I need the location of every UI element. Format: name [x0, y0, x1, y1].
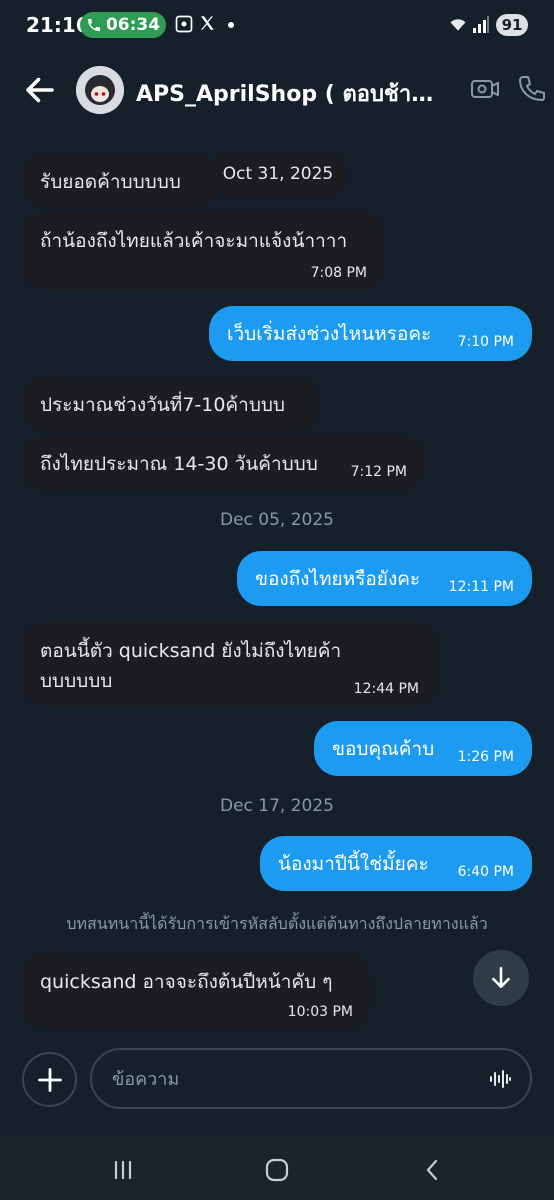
conversation-header: APS_AprilShop ( ตอบช้า… [0, 52, 554, 128]
message-time: 12:11 PM [448, 579, 514, 595]
message-incoming[interactable]: ตอนนี้ตัว quicksand ยังไม่ถึงไทยค้า บบบบ… [22, 622, 437, 706]
message-time: 7:12 PM [350, 464, 407, 480]
scroll-to-bottom-button[interactable] [473, 950, 529, 1006]
date-tooltip: Oct 31, 2025 [208, 152, 348, 196]
message-input[interactable] [112, 1064, 472, 1094]
message-incoming[interactable]: ประมาณช่วงวันที่7-10ค้าบบบ [22, 377, 319, 432]
message-time: 10:03 PM [287, 1004, 353, 1020]
wifi-icon [450, 19, 466, 31]
message-text: ของถึงไทยหรือยังคะ [255, 568, 421, 590]
message-outgoing[interactable]: ขอบคุณค้าบ 1:26 PM [314, 721, 532, 776]
phone-small-icon [87, 19, 100, 31]
message-incoming[interactable]: ถึงไทยประมาณ 14-30 วันค้าบบบ 7:12 PM [22, 436, 425, 491]
message-text: ประมาณช่วงวันที่7-10ค้าบบบ [40, 394, 285, 416]
message-text: quicksand อาจจะถึงต้นปีหน้าคับ ๆ [40, 971, 333, 993]
message-composer[interactable] [90, 1048, 532, 1109]
message-text: รับยอดค้าบบบบบ [40, 171, 181, 193]
call-timer: 06:34 [105, 15, 161, 35]
plus-icon [37, 1067, 62, 1092]
message-text: เว็บเริ่มส่งช่วงไหนหรอคะ [227, 323, 432, 345]
message-text: ถ้าน้องถึงไทยแล้วเค้าจะมาแจ้งน้าาาา [40, 230, 348, 252]
x-logo-icon [201, 16, 214, 30]
date-separator: Dec 17, 2025 [219, 796, 334, 816]
message-outgoing[interactable]: เว็บเริ่มส่งช่วงไหนหรอคะ 7:10 PM [209, 306, 532, 361]
video-call-icon[interactable] [468, 72, 502, 106]
voice-wave-icon[interactable] [488, 1067, 512, 1091]
avatar[interactable] [76, 66, 124, 114]
arrow-left-icon[interactable] [22, 72, 58, 108]
message-text: ขอบคุณค้าบ [332, 738, 435, 760]
conversation-title[interactable]: APS_AprilShop ( ตอบช้า… [136, 76, 436, 111]
nav-back-icon[interactable] [418, 1155, 448, 1185]
dot-icon [228, 22, 234, 28]
message-incoming[interactable]: quicksand อาจจะถึงต้นปีหน้าคับ ๆ 10:03 P… [22, 953, 371, 1029]
status-bar: 21:16 06:34 91 [0, 0, 554, 52]
battery-indicator: 91 [496, 14, 528, 36]
message-time: 7:08 PM [310, 265, 367, 281]
message-text-line2: บบบบบบ [40, 670, 113, 692]
phone-icon[interactable] [514, 72, 548, 106]
message-time: 7:10 PM [457, 334, 514, 350]
date-separator: Dec 05, 2025 [219, 510, 334, 530]
message-time: 12:44 PM [353, 681, 419, 697]
system-navigation-bar [0, 1135, 554, 1200]
message-text: น้องมาปีนี้ใช่มั้ยคะ [278, 853, 429, 875]
avatar-image [76, 66, 124, 114]
screenshot-icon [175, 15, 193, 33]
message-time: 6:40 PM [457, 864, 514, 880]
add-attachment-button[interactable] [22, 1052, 77, 1107]
message-incoming[interactable]: รับยอดค้าบบบบบ [22, 155, 218, 209]
message-time: 1:26 PM [457, 749, 514, 765]
arrow-down-icon [492, 966, 510, 988]
encryption-notice: บทสนทนานี้ได้รับการเข้ารหัสลับตั้งแต่ต้น… [66, 914, 488, 933]
message-text: ถึงไทยประมาณ 14-30 วันค้าบบบ [40, 453, 318, 475]
signal-icon [473, 16, 489, 33]
message-outgoing[interactable]: ของถึงไทยหรือยังคะ 12:11 PM [237, 551, 532, 606]
recents-icon[interactable] [108, 1155, 138, 1185]
message-incoming[interactable]: ถ้าน้องถึงไทยแล้วเค้าจะมาแจ้งน้าาาา 7:08… [22, 212, 385, 290]
home-icon[interactable] [262, 1155, 292, 1185]
message-text: ตอนนี้ตัว quicksand ยังไม่ถึงไทยค้า [40, 640, 342, 662]
ongoing-call-pill[interactable]: 06:34 [80, 12, 166, 38]
message-outgoing[interactable]: น้องมาปีนี้ใช่มั้ยคะ 6:40 PM [260, 836, 532, 891]
